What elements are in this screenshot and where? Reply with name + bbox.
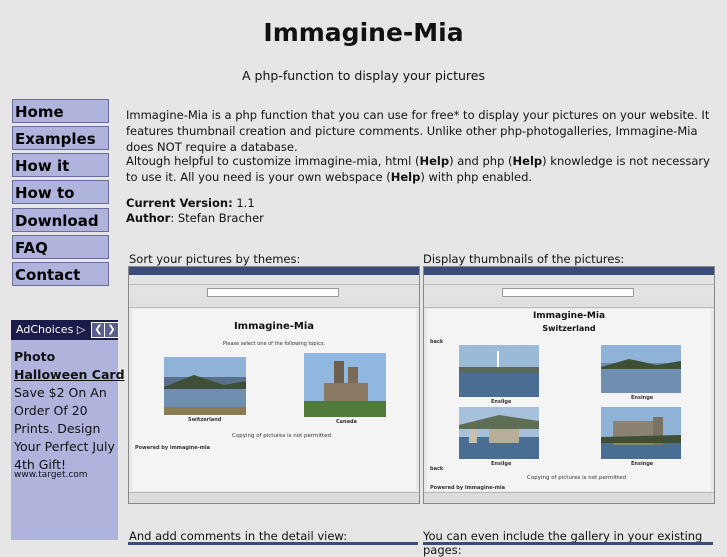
nav-download[interactable]: Download bbox=[12, 208, 109, 232]
label-canada: Canada bbox=[336, 419, 357, 425]
thumbnail-geneva bbox=[459, 345, 539, 397]
copy-notice: Copying of pictures is not permitted bbox=[527, 475, 627, 481]
intro-text: Immagine-Mia is a php function that you … bbox=[126, 108, 710, 154]
gallery-title: Immagine-Mia bbox=[532, 311, 606, 321]
help-link[interactable]: Help bbox=[419, 154, 449, 168]
version-line: Current Version: 1.1 bbox=[126, 196, 255, 210]
label-switzerland: Switzerland bbox=[188, 417, 222, 423]
window-titlebar bbox=[129, 267, 419, 275]
bookmarks-bar bbox=[424, 298, 714, 308]
caption-comments: And add comments in the detail view: bbox=[129, 529, 348, 543]
status-bar bbox=[129, 492, 419, 503]
ad-text[interactable]: Save $2 On An Order Of 20 Prints. Design… bbox=[14, 384, 118, 474]
copy-notice: Copying of pictures is not permitted bbox=[232, 433, 332, 439]
url-bar bbox=[502, 288, 634, 297]
thumbnail-lake2 bbox=[601, 345, 681, 393]
adchoices-icon: ▷ bbox=[76, 323, 86, 336]
page-title: Immagine-Mia bbox=[263, 18, 464, 47]
caption-themes: Sort your pictures by themes: bbox=[129, 252, 301, 266]
help-link[interactable]: Help bbox=[391, 170, 421, 184]
nav-home[interactable]: Home bbox=[12, 99, 109, 123]
powered-by: Powered by immagine-mia bbox=[430, 485, 505, 491]
browser-page: Immagine-Mia Please select one of the fo… bbox=[132, 309, 416, 491]
nav-contact[interactable]: Contact bbox=[12, 262, 109, 286]
nav-examples[interactable]: Examples bbox=[12, 126, 109, 150]
ad-title-link[interactable]: Halloween Card bbox=[14, 366, 125, 384]
nav-how-to-use-it[interactable]: How to use it bbox=[12, 180, 109, 226]
thumbnail-church bbox=[304, 353, 386, 417]
url-bar bbox=[207, 288, 339, 297]
nav-faq[interactable]: FAQ bbox=[12, 235, 109, 259]
help-link[interactable]: Help bbox=[513, 154, 543, 168]
menu-bar bbox=[129, 275, 419, 285]
thumbnail-town bbox=[459, 407, 539, 459]
gallery-instruction: Please select one of the following topic… bbox=[222, 341, 326, 347]
thumbnail-lake bbox=[164, 357, 246, 415]
help-text: Altough helpful to customize immagine-mi… bbox=[126, 154, 710, 184]
ad-next-icon[interactable]: ❯ bbox=[104, 322, 119, 338]
label-thumb-1: Ensilge bbox=[491, 399, 512, 405]
author-line: Author: Stefan Bracher bbox=[126, 211, 264, 225]
bookmarks-bar bbox=[129, 298, 419, 308]
powered-by: Powered by immagine-mia bbox=[135, 445, 210, 451]
adchoices-link[interactable]: AdChoices ▷ bbox=[16, 323, 85, 336]
ad-url[interactable]: www.target.com bbox=[14, 470, 88, 480]
caption-thumbnails: Display thumbnails of the pictures: bbox=[423, 252, 625, 266]
back-link-bottom: back bbox=[430, 466, 444, 472]
thumbnail-castle bbox=[601, 407, 681, 459]
browser-page: Immagine-Mia Switzerland back Ensilge En… bbox=[427, 309, 711, 491]
screenshot-thumbnails[interactable]: Immagine-Mia Switzerland back Ensilge En… bbox=[423, 266, 715, 504]
menu-bar bbox=[424, 275, 714, 285]
nav-how-it-works[interactable]: How it works bbox=[12, 153, 109, 199]
gallery-title: Immagine-Mia bbox=[233, 321, 315, 332]
label-thumb-4: Ensinge bbox=[631, 461, 654, 467]
gallery-subtitle: Switzerland bbox=[542, 324, 596, 333]
page-subtitle: A php-function to display your pictures bbox=[242, 68, 485, 83]
ad-title[interactable]: Photo bbox=[14, 348, 55, 366]
window-titlebar bbox=[424, 267, 714, 275]
screenshot-themes[interactable]: Immagine-Mia Please select one of the fo… bbox=[128, 266, 420, 504]
label-thumb-3: Ensilge bbox=[491, 461, 512, 467]
label-thumb-2: Ensinge bbox=[631, 395, 654, 401]
status-bar bbox=[424, 492, 714, 503]
back-link: back bbox=[430, 339, 444, 345]
